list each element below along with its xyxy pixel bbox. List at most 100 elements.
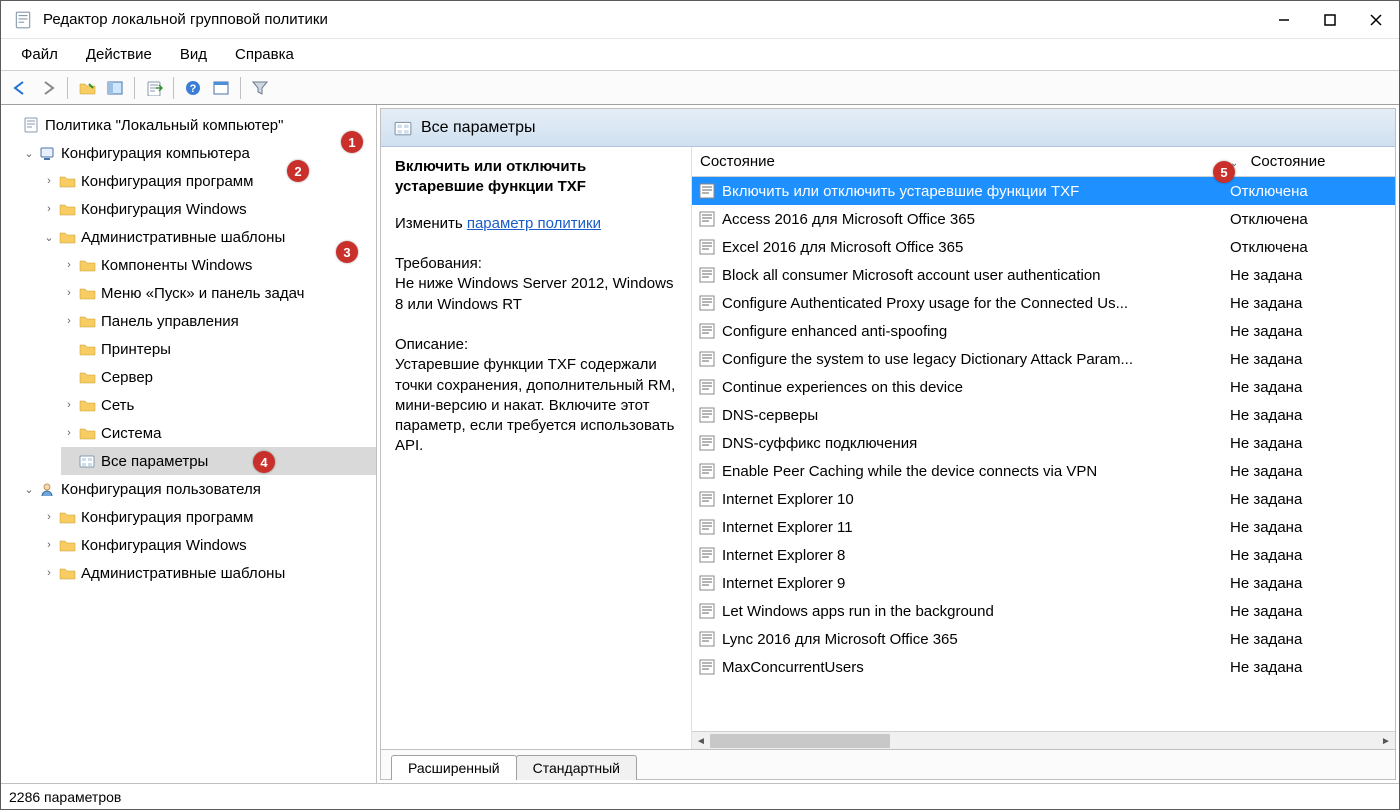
setting-state: Не задана xyxy=(1222,575,1395,592)
tree-item[interactable]: ›Конфигурация программ xyxy=(41,503,376,531)
scroll-thumb[interactable] xyxy=(710,734,890,748)
tree-item[interactable]: ›Принтеры xyxy=(61,335,376,363)
setting-name: Excel 2016 для Microsoft Office 365 xyxy=(722,239,1222,256)
view-tabs: Расширенный Стандартный xyxy=(381,749,1395,779)
window-title: Редактор локальной групповой политики xyxy=(43,11,1261,28)
properties-button[interactable] xyxy=(208,75,234,101)
forward-button[interactable] xyxy=(35,75,61,101)
menu-action[interactable]: Действие xyxy=(72,42,166,67)
tree-item[interactable]: ›Конфигурация программ xyxy=(41,167,376,195)
list-item[interactable]: Включить или отключить устаревшие функци… xyxy=(692,177,1395,205)
list-item[interactable]: Access 2016 для Microsoft Office 365Откл… xyxy=(692,205,1395,233)
export-button[interactable] xyxy=(141,75,167,101)
list-header[interactable]: Состояние ⌄ Состояние xyxy=(692,147,1395,177)
selected-setting-title: Включить или отключить устаревшие функци… xyxy=(395,157,677,198)
menu-help[interactable]: Справка xyxy=(221,42,308,67)
list-rows[interactable]: Включить или отключить устаревшие функци… xyxy=(692,177,1395,731)
list-item[interactable]: Configure enhanced anti-spoofingНе задан… xyxy=(692,317,1395,345)
setting-icon xyxy=(696,267,718,283)
list-item[interactable]: Lync 2016 для Microsoft Office 365Не зад… xyxy=(692,625,1395,653)
list-item[interactable]: Let Windows apps run in the backgroundНе… xyxy=(692,597,1395,625)
setting-icon xyxy=(696,463,718,479)
up-folder-button[interactable] xyxy=(74,75,100,101)
tree-item[interactable]: ›Сеть xyxy=(61,391,376,419)
setting-name: Internet Explorer 9 xyxy=(722,575,1222,592)
folder-icon xyxy=(57,508,77,526)
setting-name: DNS-серверы xyxy=(722,407,1222,424)
folder-icon xyxy=(77,312,97,330)
settings-list: Состояние ⌄ Состояние Включить или отклю… xyxy=(691,147,1395,749)
setting-icon xyxy=(696,323,718,339)
tree-item[interactable]: ›Меню «Пуск» и панель задач xyxy=(61,279,376,307)
tab-standard[interactable]: Стандартный xyxy=(516,755,637,780)
setting-icon xyxy=(696,631,718,647)
description-label: Описание: xyxy=(395,335,677,355)
tree-user-config[interactable]: ⌄ Конфигурация пользователя xyxy=(21,475,376,503)
tree-root-label: Политика "Локальный компьютер" xyxy=(45,117,283,134)
tree-root[interactable]: ▾ Политика "Локальный компьютер" xyxy=(5,111,376,139)
setting-icon xyxy=(696,659,718,675)
panel-header: Все параметры xyxy=(381,109,1395,147)
back-button[interactable] xyxy=(7,75,33,101)
list-item[interactable]: MaxConcurrentUsersНе задана xyxy=(692,653,1395,681)
setting-state: Не задана xyxy=(1222,407,1395,424)
column-state-right[interactable]: ⌄ Состояние xyxy=(1222,153,1395,170)
tree-all-settings[interactable]: ›Все параметры xyxy=(61,447,376,475)
tree-pane[interactable]: ▾ Политика "Локальный компьютер" ⌄ Конфи… xyxy=(1,105,377,783)
scroll-right-icon[interactable]: ► xyxy=(1377,732,1395,750)
setting-name: Continue experiences on this device xyxy=(722,379,1222,396)
list-item[interactable]: Enable Peer Caching while the device con… xyxy=(692,457,1395,485)
tree-item[interactable]: ›Конфигурация Windows xyxy=(41,195,376,223)
tree-item[interactable]: ›Конфигурация Windows xyxy=(41,531,376,559)
folder-icon xyxy=(57,536,77,554)
horizontal-scrollbar[interactable]: ◄ ► xyxy=(692,731,1395,749)
menu-view[interactable]: Вид xyxy=(166,42,221,67)
list-item[interactable]: Excel 2016 для Microsoft Office 365Отклю… xyxy=(692,233,1395,261)
callout-badge: 1 xyxy=(341,131,363,153)
tree-admin-templates[interactable]: ⌄Административные шаблоны xyxy=(41,223,376,251)
setting-icon xyxy=(696,603,718,619)
callout-badge: 5 xyxy=(1213,161,1235,183)
column-state-left[interactable]: Состояние xyxy=(692,153,1222,170)
tree-item[interactable]: ›Панель управления xyxy=(61,307,376,335)
tree-item[interactable]: ›Сервер xyxy=(61,363,376,391)
setting-name: Configure Authenticated Proxy usage for … xyxy=(722,295,1222,312)
tree-item[interactable]: ›Компоненты Windows xyxy=(61,251,376,279)
minimize-button[interactable] xyxy=(1261,1,1307,39)
setting-state: Не задана xyxy=(1222,295,1395,312)
setting-icon xyxy=(696,351,718,367)
list-item[interactable]: Block all consumer Microsoft account use… xyxy=(692,261,1395,289)
list-item[interactable]: Configure Authenticated Proxy usage for … xyxy=(692,289,1395,317)
list-item[interactable]: Internet Explorer 11Не задана xyxy=(692,513,1395,541)
setting-name: Internet Explorer 11 xyxy=(722,519,1222,536)
setting-state: Отключена xyxy=(1222,239,1395,256)
tree-item[interactable]: ›Система xyxy=(61,419,376,447)
expand-toggle[interactable]: ⌄ xyxy=(21,147,37,160)
description-column: Включить или отключить устаревшие функци… xyxy=(381,147,691,749)
tab-extended[interactable]: Расширенный xyxy=(391,755,517,780)
tree-computer-config[interactable]: ⌄ Конфигурация компьютера xyxy=(21,139,376,167)
setting-icon xyxy=(696,435,718,451)
edit-policy-link[interactable]: параметр политики xyxy=(467,215,601,232)
filter-button[interactable] xyxy=(247,75,273,101)
maximize-button[interactable] xyxy=(1307,1,1353,39)
list-item[interactable]: Internet Explorer 10Не задана xyxy=(692,485,1395,513)
show-tree-button[interactable] xyxy=(102,75,128,101)
list-item[interactable]: Internet Explorer 9Не задана xyxy=(692,569,1395,597)
requirements-text: Не ниже Windows Server 2012, Windows 8 и… xyxy=(395,274,677,315)
panel-header-text: Все параметры xyxy=(421,119,535,137)
toolbar: ? xyxy=(1,71,1399,105)
menu-file[interactable]: Файл xyxy=(7,42,72,67)
help-button[interactable]: ? xyxy=(180,75,206,101)
list-item[interactable]: Continue experiences on this deviceНе за… xyxy=(692,373,1395,401)
list-item[interactable]: DNS-суффикс подключенияНе задана xyxy=(692,429,1395,457)
scroll-left-icon[interactable]: ◄ xyxy=(692,732,710,750)
list-item[interactable]: Internet Explorer 8Не задана xyxy=(692,541,1395,569)
tree-item[interactable]: ›Административные шаблоны xyxy=(41,559,376,587)
list-item[interactable]: DNS-серверыНе задана xyxy=(692,401,1395,429)
all-settings-icon xyxy=(393,119,413,137)
close-button[interactable] xyxy=(1353,1,1399,39)
folder-icon xyxy=(57,564,77,582)
all-settings-icon xyxy=(77,452,97,470)
list-item[interactable]: Configure the system to use legacy Dicti… xyxy=(692,345,1395,373)
